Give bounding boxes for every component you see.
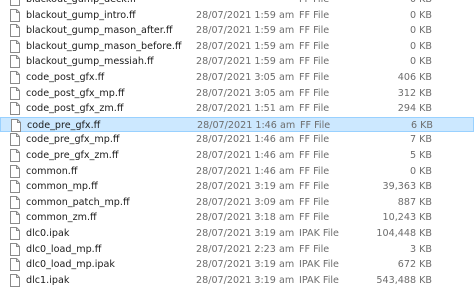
file-size: 6 KB <box>410 119 433 131</box>
file-icon <box>10 102 20 116</box>
file-name: dlc0_load_mp.ff <box>26 243 102 255</box>
file-icon <box>10 242 20 256</box>
file-icon <box>10 55 20 69</box>
file-size: 543,488 KB <box>376 274 432 286</box>
date-modified: 28/07/2021 3:19 am <box>196 228 295 239</box>
file-row[interactable]: blackout_gump_intro.ff 28/07/2021 1:59 am… <box>0 8 474 24</box>
date-modified: 28/07/2021 3:09 am <box>196 196 295 208</box>
date-modified: 28/07/2021 1:46 am <box>196 165 295 177</box>
file-row[interactable]: common.ff 28/07/2021 1:46 am FF File 0 KB <box>0 164 474 180</box>
date-modified: 28/07/2021 1:59 am <box>196 25 295 37</box>
date-modified: 28/07/2021 3:19 am <box>196 181 295 193</box>
file-icon <box>10 164 20 178</box>
file-name: common.ff <box>26 165 78 177</box>
file-name: blackout_gump_mason_after.ff <box>26 25 173 37</box>
date-modified: 28/07/2021 3:19 am <box>196 259 295 271</box>
file-row[interactable]: code_pre_gfx_mp.ff 28/07/2021 1:46 am FF F… <box>0 132 474 148</box>
file-icon <box>10 133 20 147</box>
file-name: dlc1.ipak <box>26 274 70 286</box>
date-modified: 28/07/2021 3:05 am <box>196 87 295 99</box>
file-size: 0 KB <box>409 165 432 177</box>
file-size: 312 KB <box>397 87 432 99</box>
file-size: 10,243 KB <box>382 212 433 224</box>
file-size: 7 KB <box>409 134 432 146</box>
file-size: 104,448 KB <box>376 228 432 239</box>
date-modified: 28/07/2021 3:19 am <box>196 274 295 286</box>
file-name: code_pre_gfx_zm.ff <box>26 150 119 161</box>
file-size: 672 KB <box>397 259 432 271</box>
file-icon <box>10 0 20 6</box>
file-size: 406 KB <box>397 72 432 83</box>
file-name: dlc0_load_mp.ipak <box>26 259 115 271</box>
date-modified: 28/07/2021 3:05 am <box>196 72 295 83</box>
date-modified: 28/07/2021 2:23 am <box>196 243 295 255</box>
file-size: 0 KB <box>409 9 432 21</box>
file-name: common_mp.ff <box>26 181 98 193</box>
file-size: 294 KB <box>397 103 432 115</box>
file-name: common_patch_mp.ff <box>26 196 130 208</box>
file-row[interactable]: common_mp.ff 28/07/2021 3:19 am FF File 39,… <box>0 179 474 195</box>
file-icon <box>10 8 20 22</box>
file-name: code_pre_gfx.ff <box>27 119 101 131</box>
file-name: code_post_gfx.ff <box>26 72 105 83</box>
file-size: 3 KB <box>409 243 432 255</box>
file-icon <box>10 195 20 209</box>
file-size: 887 KB <box>397 196 432 208</box>
file-name: dlc0.ipak <box>26 228 70 239</box>
file-row[interactable]: code_pre_gfx.ff 28/07/2021 1:46 am FF File… <box>0 116 474 133</box>
file-size: 39,363 KB <box>382 181 433 193</box>
file-list: blackout_gump_deck.ffFF File0 KBblackout… <box>0 0 474 289</box>
file-icon <box>10 273 20 287</box>
file-row[interactable]: common_zm.ff 28/07/2021 3:18 am FF File 10,… <box>0 210 474 226</box>
file-size: 0 KB <box>409 40 432 52</box>
file-icon <box>10 149 20 162</box>
file-row[interactable]: code_post_gfx.ff 28/07/2021 3:05 am FF Fil… <box>0 70 474 86</box>
file-icon <box>10 86 20 100</box>
file-size: 0 KB <box>360 0 432 6</box>
file-row[interactable]: blackout_gump_mason_after.ff 28/07/2021 1… <box>0 23 474 39</box>
file-row[interactable]: dlc0_load_mp.ipak 28/07/2021 3:19 am IPAK … <box>0 257 474 273</box>
file-size: 5 KB <box>409 150 432 161</box>
file-row[interactable]: common_patch_mp.ff 28/07/2021 3:09 am FF F… <box>0 195 474 211</box>
date-modified: 28/07/2021 3:18 am <box>196 212 295 224</box>
file-row[interactable]: blackout_gump_deck.ffFF File0 KB <box>0 0 474 8</box>
date-modified: 28/07/2021 1:59 am <box>196 40 295 52</box>
file-row[interactable]: code_pre_gfx_zm.ff 28/07/2021 1:46 am FF F… <box>0 148 474 164</box>
file-icon <box>10 227 20 240</box>
file-icon <box>10 180 20 194</box>
file-size: 0 KB <box>409 56 432 68</box>
file-row[interactable]: blackout_gump_mason_before.ff 28/07/2021 … <box>0 39 474 55</box>
file-name: blackout_gump_deck.ff <box>26 0 194 6</box>
date-modified: 28/07/2021 1:59 am <box>196 9 295 21</box>
date-modified: 28/07/2021 1:59 am <box>196 56 295 68</box>
file-row[interactable]: dlc0_load_mp.ff 28/07/2021 2:23 am FF File… <box>0 242 474 258</box>
file-icon <box>10 71 20 84</box>
file-name: blackout_gump_messiah.ff <box>26 56 154 68</box>
file-row[interactable]: dlc1.ipak 28/07/2021 3:19 am IPAK File 543,… <box>0 273 474 289</box>
file-size: 0 KB <box>409 25 432 37</box>
file-name: code_post_gfx_mp.ff <box>26 87 125 99</box>
file-icon <box>11 118 21 132</box>
file-row[interactable]: blackout_gump_messiah.ff 28/07/2021 1:59 … <box>0 54 474 70</box>
file-row[interactable]: code_post_gfx_zm.ff 28/07/2021 1:51 am FF … <box>0 101 474 117</box>
date-modified: 28/07/2021 1:46 am <box>196 150 295 161</box>
date-modified: 28/07/2021 1:51 am <box>196 103 295 115</box>
file-icon <box>10 211 20 225</box>
file-name: common_zm.ff <box>26 212 97 224</box>
file-icon <box>10 258 20 272</box>
file-icon <box>10 39 20 53</box>
file-name: code_pre_gfx_mp.ff <box>26 134 120 146</box>
file-icon <box>10 24 20 38</box>
date-modified: 28/07/2021 1:46 am <box>196 134 295 146</box>
file-name: blackout_gump_mason_before.ff <box>26 40 182 52</box>
file-name: code_post_gfx_zm.ff <box>26 103 124 115</box>
file-name: blackout_gump_intro.ff <box>26 9 136 21</box>
file-row[interactable]: code_post_gfx_mp.ff 28/07/2021 3:05 am FF … <box>0 86 474 102</box>
date-modified: 28/07/2021 1:46 am <box>197 119 296 131</box>
file-row[interactable]: dlc0.ipak 28/07/2021 3:19 am IPAK File 104,… <box>0 226 474 242</box>
